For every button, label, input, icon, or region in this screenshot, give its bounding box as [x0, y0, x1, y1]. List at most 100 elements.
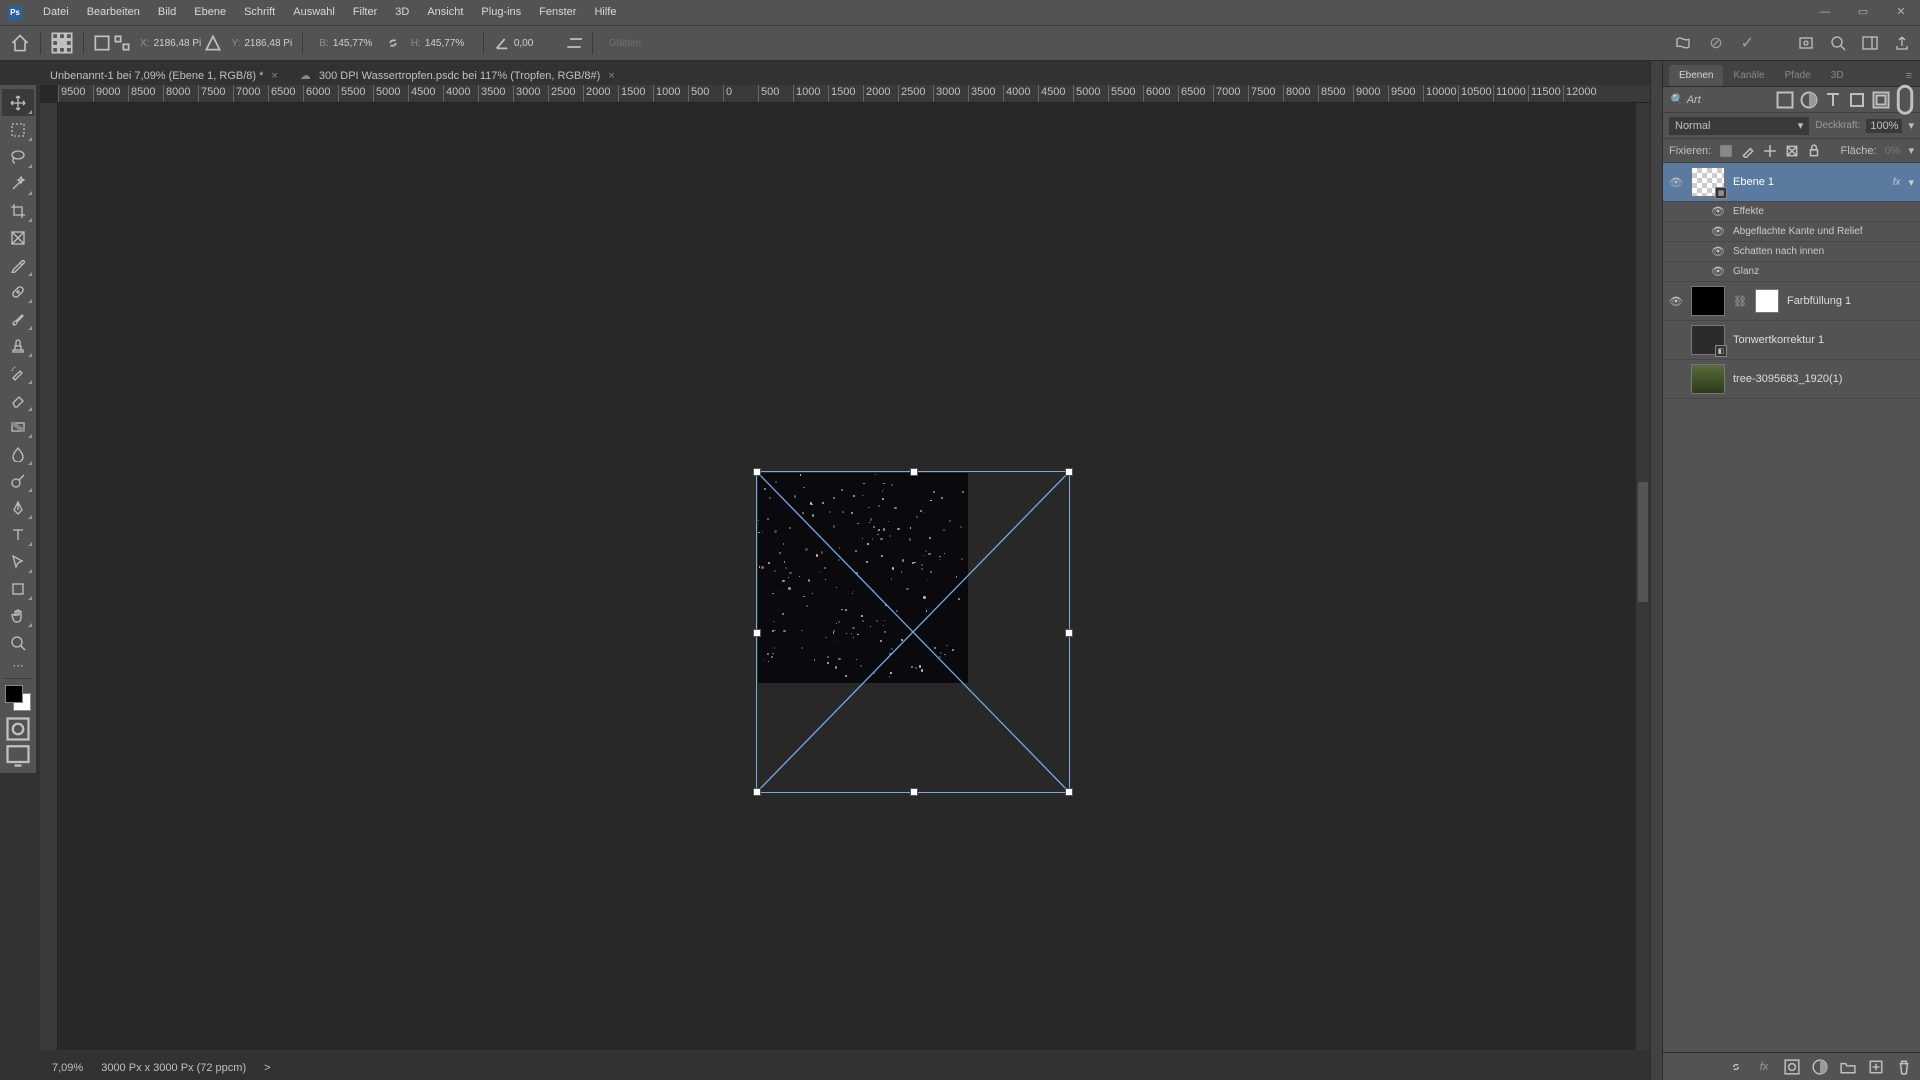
effect-satin[interactable]: 👁 Glanz [1663, 262, 1920, 282]
ruler-horizontal[interactable]: 9500900085008000750070006500600055005000… [58, 85, 1650, 103]
move-tool[interactable] [2, 89, 34, 116]
fill-value[interactable]: 0% [1885, 145, 1901, 157]
layer-row-fill[interactable]: 👁 ⛓ Farbfüllung 1 [1663, 282, 1920, 321]
menu-ebene[interactable]: Ebene [185, 0, 235, 25]
ref-point-icon[interactable] [114, 35, 130, 51]
lock-paint-icon[interactable] [1741, 144, 1755, 158]
menu-schrift[interactable]: Schrift [235, 0, 284, 25]
transform-handle-bc[interactable] [910, 788, 918, 796]
frame-tool[interactable] [2, 224, 34, 251]
window-close-icon[interactable]: ✕ [1882, 0, 1920, 25]
menu-filter[interactable]: Filter [344, 0, 386, 25]
blur-tool[interactable] [2, 440, 34, 467]
pen-tool[interactable] [2, 494, 34, 521]
brush-tool[interactable] [2, 305, 34, 332]
search-icon[interactable] [1830, 35, 1846, 51]
link-layers-icon[interactable] [1728, 1059, 1744, 1075]
history-brush-tool[interactable] [2, 359, 34, 386]
h-value[interactable]: 145,77% [425, 38, 473, 49]
scrollbar-thumb[interactable] [1638, 482, 1648, 602]
filter-toggle-icon[interactable] [1896, 91, 1914, 109]
x-value[interactable]: 2186,48 Pi [153, 38, 201, 49]
filter-type-icon[interactable] [1824, 91, 1842, 109]
screenmode-icon[interactable] [4, 743, 32, 767]
cancel-transform-icon[interactable]: ⊘ [1709, 33, 1722, 53]
close-icon[interactable]: × [608, 70, 614, 82]
y-value[interactable]: 2186,48 Pi [244, 38, 292, 49]
visibility-icon[interactable]: 👁 [1711, 225, 1725, 238]
visibility-icon[interactable]: 👁 [1711, 245, 1725, 258]
status-zoom[interactable]: 7,09% [52, 1062, 83, 1074]
delta-icon[interactable] [205, 35, 221, 51]
status-dimensions[interactable]: 3000 Px x 3000 Px (72 ppcm) [101, 1062, 246, 1074]
transform-ref-icon[interactable] [51, 32, 73, 54]
opacity-value[interactable]: 100% [1866, 119, 1902, 133]
menu-hilfe[interactable]: Hilfe [585, 0, 625, 25]
visibility-icon[interactable]: 👁 [1669, 176, 1683, 189]
effect-inner-shadow[interactable]: 👁 Schatten nach innen [1663, 242, 1920, 262]
effects-header[interactable]: 👁 Effekte [1663, 202, 1920, 222]
menu-datei[interactable]: Datei [34, 0, 78, 25]
menu-bearbeiten[interactable]: Bearbeiten [78, 0, 149, 25]
chevron-down-icon[interactable]: ▾ [1908, 144, 1914, 157]
lasso-tool[interactable] [2, 143, 34, 170]
commit-transform-icon[interactable]: ✓ [1741, 33, 1754, 53]
link-icon[interactable] [385, 35, 401, 51]
gradient-tool[interactable] [2, 413, 34, 440]
tab-ebenen[interactable]: Ebenen [1669, 65, 1723, 86]
crop-tool[interactable] [2, 197, 34, 224]
layer-thumb[interactable] [1691, 286, 1725, 316]
layer-filter-input[interactable]: 🔍 Art [1669, 93, 1770, 106]
chevron-down-icon[interactable]: ▾ [1908, 176, 1914, 189]
menu-3d[interactable]: 3D [386, 0, 418, 25]
workspace-icon[interactable] [1862, 35, 1878, 51]
tab-3d[interactable]: 3D [1821, 65, 1854, 86]
eraser-tool[interactable] [2, 386, 34, 413]
path-select-tool[interactable] [2, 548, 34, 575]
doc-tab-1[interactable]: Unbenannt-1 bei 7,09% (Ebene 1, RGB/8) *… [40, 66, 288, 85]
layer-name[interactable]: Tonwertkorrektur 1 [1733, 334, 1914, 346]
relative-pos-icon[interactable] [94, 35, 110, 51]
visibility-icon[interactable]: 👁 [1669, 295, 1683, 308]
trash-icon[interactable] [1896, 1059, 1912, 1075]
collapsed-dock[interactable] [1650, 61, 1662, 1080]
layer-name[interactable]: tree-3095683_1920(1) [1733, 373, 1914, 385]
marquee-tool[interactable] [2, 116, 34, 143]
wand-tool[interactable] [2, 170, 34, 197]
interp-label[interactable]: Glätten [609, 38, 641, 49]
zoom-tool[interactable] [2, 629, 34, 656]
layer-thumb[interactable]: ▦ [1691, 167, 1725, 197]
tab-pfade[interactable]: Pfade [1775, 65, 1821, 86]
lock-trans-icon[interactable] [1719, 144, 1733, 158]
angle-icon[interactable] [494, 35, 510, 51]
color-swatches[interactable] [5, 685, 31, 711]
layer-thumb[interactable]: ◧ [1691, 325, 1725, 355]
doc-tab-2[interactable]: ☁ 300 DPI Wassertropfen.psdc bei 117% (T… [290, 65, 625, 85]
new-layer-icon[interactable] [1868, 1059, 1884, 1075]
share-icon[interactable] [1894, 35, 1910, 51]
fg-color-swatch[interactable] [5, 685, 23, 703]
scrollbar-vertical[interactable] [1636, 103, 1650, 1050]
layer-row-image[interactable]: tree-3095683_1920(1) [1663, 360, 1920, 399]
close-icon[interactable]: × [271, 70, 277, 82]
menu-fenster[interactable]: Fenster [530, 0, 585, 25]
type-tool[interactable] [2, 521, 34, 548]
effect-bevel[interactable]: 👁 Abgeflachte Kante und Relief [1663, 222, 1920, 242]
visibility-icon[interactable]: 👁 [1711, 205, 1725, 218]
menu-plugins[interactable]: Plug-ins [472, 0, 530, 25]
layer-name[interactable]: Ebene 1 [1733, 176, 1885, 188]
filter-smart-icon[interactable] [1872, 91, 1890, 109]
menu-ansicht[interactable]: Ansicht [418, 0, 472, 25]
stamp-tool[interactable] [2, 332, 34, 359]
link-icon[interactable]: ⛓ [1733, 295, 1747, 308]
layer-row-levels[interactable]: ◧ Tonwertkorrektur 1 [1663, 321, 1920, 360]
layer-thumb[interactable] [1691, 364, 1725, 394]
status-chevron-icon[interactable]: > [264, 1062, 270, 1074]
transform-handle-mr[interactable] [1065, 629, 1073, 637]
filter-shape-icon[interactable] [1848, 91, 1866, 109]
visibility-icon[interactable]: 👁 [1711, 265, 1725, 278]
cloud-docs-icon[interactable] [1798, 35, 1814, 51]
transform-handle-tr[interactable] [1065, 468, 1073, 476]
canvas[interactable] [58, 103, 1650, 1050]
fx-icon[interactable]: fx [1756, 1059, 1772, 1075]
